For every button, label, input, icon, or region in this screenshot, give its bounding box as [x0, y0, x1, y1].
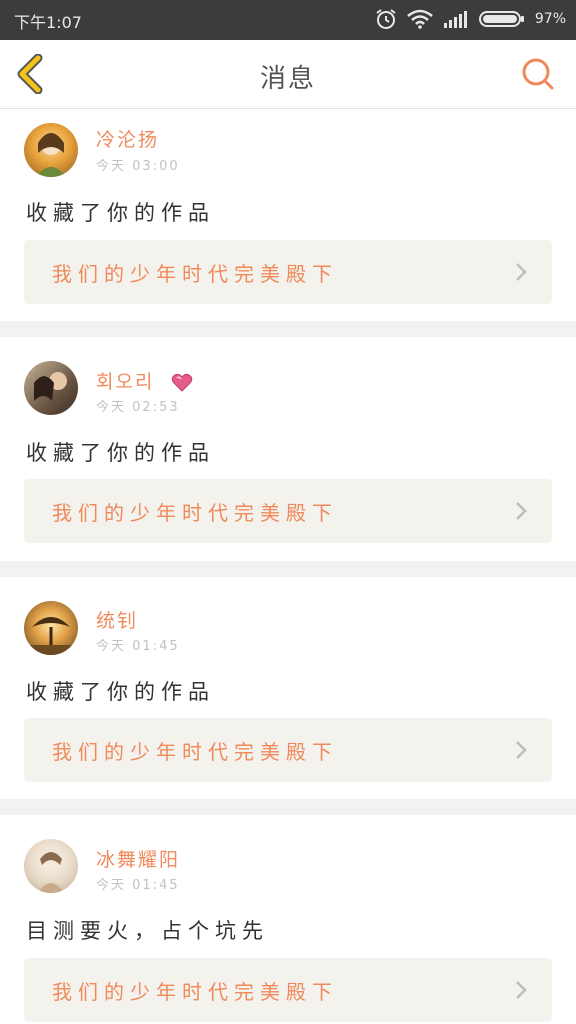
status-time: 下午1:07	[14, 13, 82, 32]
status-icons: 97%	[375, 8, 566, 30]
user-name[interactable]: 统钊	[96, 606, 138, 633]
avatar[interactable]	[24, 361, 78, 415]
header-bar: 消息	[0, 40, 576, 109]
time-day: 今天	[96, 159, 127, 174]
battery-percent: 97%	[534, 11, 566, 27]
status-bar: 下午1:07 97%	[0, 0, 576, 40]
work-link[interactable]: 我们的少年时代完美殿下	[24, 718, 552, 782]
chevron-right-icon	[516, 502, 527, 520]
work-title: 我们的少年时代完美殿下	[52, 980, 338, 1004]
chevron-right-icon	[516, 981, 527, 999]
message-time: 今天 01:45	[96, 635, 180, 654]
user-name-row: 회오리	[96, 367, 193, 394]
search-icon	[522, 58, 554, 90]
avatar[interactable]	[24, 123, 78, 177]
message-card: 冰舞耀阳 今天 01:45 目测要火，占个坑先 我们的少年时代完美殿下	[0, 815, 576, 1024]
time-day: 今天	[96, 878, 127, 893]
message-card: 冷沦扬 今天 03:00 收藏了你的作品 我们的少年时代完美殿下	[0, 109, 576, 321]
page-title: 消息	[259, 64, 316, 94]
message-text: 收藏了你的作品	[26, 441, 215, 465]
message-text: 目测要火，占个坑先	[26, 919, 269, 943]
battery-icon	[478, 11, 524, 27]
heart-icon	[171, 373, 192, 392]
time-day: 今天	[96, 400, 127, 415]
message-text: 收藏了你的作品	[26, 680, 215, 704]
work-title: 我们的少年时代完美殿下	[52, 740, 338, 764]
user-name[interactable]: 冰舞耀阳	[96, 845, 180, 872]
time-day: 今天	[96, 639, 127, 654]
message-time: 今天 03:00	[96, 155, 180, 174]
work-link[interactable]: 我们的少年时代完美殿下	[24, 240, 552, 304]
work-title: 我们的少年时代完美殿下	[52, 262, 338, 286]
signal-icon	[443, 11, 467, 28]
user-name[interactable]: 冷沦扬	[96, 125, 159, 152]
message-card: 회오리 今天 02:53 收藏了你的作品 我们的少年时代完美殿下	[0, 337, 576, 561]
time-clock: 02:53	[132, 400, 180, 415]
avatar-image	[24, 617, 78, 655]
time-clock: 03:00	[132, 159, 180, 174]
wifi-icon	[407, 9, 433, 29]
avatar-image	[38, 852, 64, 893]
time-clock: 01:45	[132, 878, 180, 893]
message-time: 今天 02:53	[96, 396, 180, 415]
chevron-right-icon	[516, 741, 527, 759]
work-title: 我们的少年时代完美殿下	[52, 501, 338, 525]
message-card: 统钊 今天 01:45 收藏了你的作品 我们的少年时代完美殿下	[0, 577, 576, 799]
avatar[interactable]	[24, 601, 78, 655]
time-clock: 01:45	[132, 639, 180, 654]
chevron-right-icon	[516, 263, 527, 281]
alarm-icon	[376, 9, 396, 29]
message-text: 收藏了你的作品	[26, 201, 215, 225]
avatar-image	[34, 372, 67, 401]
work-link[interactable]: 我们的少年时代完美殿下	[24, 958, 552, 1022]
work-link[interactable]: 我们的少年时代完美殿下	[24, 479, 552, 543]
avatar[interactable]	[24, 839, 78, 893]
avatar-image	[36, 133, 66, 177]
user-name[interactable]: 회오리	[96, 371, 154, 393]
message-time: 今天 01:45	[96, 874, 180, 893]
search-button[interactable]	[520, 56, 556, 92]
